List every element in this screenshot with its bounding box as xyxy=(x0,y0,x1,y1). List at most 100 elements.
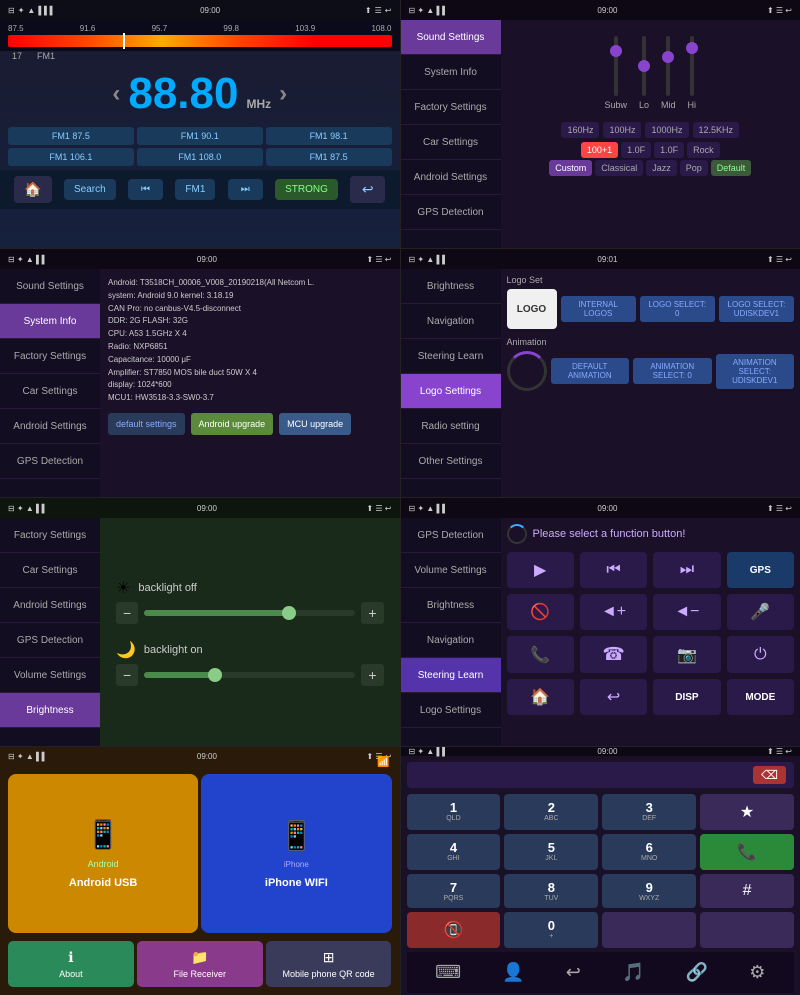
key-5[interactable]: 5JKL xyxy=(504,834,598,870)
key-6[interactable]: 6MNO xyxy=(602,834,696,870)
back-ctrl-button[interactable]: ↩ xyxy=(580,679,647,715)
mode-button[interactable]: MODE xyxy=(727,679,794,715)
contacts-icon[interactable]: 👤 xyxy=(494,958,532,987)
brightness-on-plus[interactable]: + xyxy=(361,664,383,686)
sidebar-other[interactable]: Other Settings xyxy=(401,444,501,479)
default-button[interactable]: Default xyxy=(711,160,752,176)
freq-down-arrow[interactable]: ‹ xyxy=(112,80,120,108)
search-button[interactable]: Search xyxy=(64,179,116,200)
key-hash[interactable]: # xyxy=(700,874,794,908)
settings-icon[interactable]: ⚙ xyxy=(741,958,773,987)
sidebar-gps2[interactable]: GPS Detection xyxy=(0,623,100,658)
mcu-upgrade-button[interactable]: MCU upgrade xyxy=(279,413,351,435)
mode-pop[interactable]: Pop xyxy=(680,160,708,176)
logo-select-udisk[interactable]: LOGO SELECT: UDISKDEV1 xyxy=(719,296,794,322)
play-button[interactable]: ▶ xyxy=(507,552,574,588)
phone-button[interactable]: 📞 xyxy=(507,636,574,673)
fm1-button[interactable]: FM1 xyxy=(175,179,215,200)
freq-100hz[interactable]: 100Hz xyxy=(603,122,641,138)
key-7[interactable]: 7PQRS xyxy=(407,874,501,908)
keyboard-icon[interactable]: ⌨ xyxy=(427,958,469,987)
strong-button[interactable]: STRONG xyxy=(275,179,338,200)
iphone-wifi-button[interactable]: 📶 📱 iPhone iPhone WIFI xyxy=(201,774,391,933)
preset-1f-1[interactable]: 1.0F xyxy=(621,142,651,158)
sidebar-logo3[interactable]: Logo Settings xyxy=(401,693,501,728)
sidebar-navigation[interactable]: Navigation xyxy=(401,304,501,339)
call-button[interactable]: 📞 xyxy=(700,834,794,870)
mode-classical[interactable]: Classical xyxy=(595,160,643,176)
preset-rock[interactable]: Rock xyxy=(687,142,720,158)
sidebar-steering[interactable]: Steering Learn xyxy=(401,339,501,374)
default-animation-button[interactable]: DEFAULT ANIMATION xyxy=(551,358,630,384)
hangup-button[interactable]: ☎ xyxy=(580,636,647,673)
delete-button[interactable]: ⌫ xyxy=(753,766,786,784)
internal-logos-button[interactable]: INTERNAL LOGOS xyxy=(561,296,636,322)
sidebar-system-info[interactable]: System Info xyxy=(401,55,501,90)
freq-up-arrow[interactable]: › xyxy=(279,80,287,108)
disp-button[interactable]: DISP xyxy=(653,679,720,715)
brightness-on-minus[interactable]: − xyxy=(116,664,138,686)
sidebar-sound[interactable]: Sound Settings xyxy=(0,269,100,304)
sidebar-android2[interactable]: Android Settings xyxy=(0,588,100,623)
about-button[interactable]: ℹ About xyxy=(8,941,134,987)
sidebar-bright3[interactable]: Brightness xyxy=(401,588,501,623)
mute-button[interactable]: 🚫 xyxy=(507,594,574,630)
sidebar-gps[interactable]: GPS Detection xyxy=(0,444,100,479)
sidebar-vol3[interactable]: Volume Settings xyxy=(401,553,501,588)
file-receiver-button[interactable]: 📁 File Receiver xyxy=(137,941,263,987)
key-4[interactable]: 4GHI xyxy=(407,834,501,870)
android-usb-button[interactable]: 📱 Android Android USB xyxy=(8,774,198,933)
endcall-button[interactable]: 📵 xyxy=(407,912,501,948)
link-icon[interactable]: 🔗 xyxy=(678,958,716,987)
anim-select-0[interactable]: ANIMATION SELECT: 0 xyxy=(633,358,712,384)
mode-custom[interactable]: Custom xyxy=(549,160,592,176)
sidebar-logo[interactable]: Logo Settings xyxy=(401,374,501,409)
key-8[interactable]: 8TUV xyxy=(504,874,598,908)
qr-code-button[interactable]: ⊞ Mobile phone QR code xyxy=(266,941,392,987)
sidebar-android-settings[interactable]: Android Settings xyxy=(401,160,501,195)
sidebar-sound-settings[interactable]: Sound Settings xyxy=(401,20,501,55)
camera-button[interactable]: 📷 xyxy=(653,636,720,673)
sidebar-brightness[interactable]: Brightness xyxy=(401,269,501,304)
sidebar-brightness-active[interactable]: Brightness xyxy=(0,693,100,728)
key-0[interactable]: 0+ xyxy=(504,912,598,948)
vol-up-button[interactable]: ◄+ xyxy=(580,594,647,630)
sidebar-gps-detection[interactable]: GPS Detection xyxy=(401,195,501,230)
brightness-off-plus[interactable]: + xyxy=(361,602,383,624)
sidebar-nav3[interactable]: Navigation xyxy=(401,623,501,658)
back-button[interactable]: ↩ xyxy=(350,176,385,203)
mic-button[interactable]: 🎤 xyxy=(727,594,794,630)
anim-select-udisk[interactable]: ANIMATION SELECT: UDISKDEV1 xyxy=(716,354,795,389)
preset-2[interactable]: FM1 90.1 xyxy=(137,127,263,145)
gps-button[interactable]: GPS xyxy=(727,552,794,588)
brightness-off-minus[interactable]: − xyxy=(116,602,138,624)
preset-100[interactable]: 100+1 xyxy=(581,142,618,158)
power-button[interactable]: ⏻ xyxy=(727,636,794,673)
prev-button[interactable]: ⏮ xyxy=(128,179,163,200)
freq-160hz[interactable]: 160Hz xyxy=(561,122,599,138)
return-icon[interactable]: ↩ xyxy=(558,958,589,987)
android-upgrade-button[interactable]: Android upgrade xyxy=(191,413,274,435)
vol-down-button[interactable]: ◄− xyxy=(653,594,720,630)
preset-1f-2[interactable]: 1.0F xyxy=(654,142,684,158)
sidebar-gps3[interactable]: GPS Detection xyxy=(401,518,501,553)
sidebar-factory[interactable]: Factory Settings xyxy=(0,339,100,374)
sidebar-sysinfo[interactable]: System Info xyxy=(0,304,100,339)
freq-1000hz[interactable]: 1000Hz xyxy=(645,122,688,138)
next-button[interactable]: ⏭ xyxy=(228,179,263,200)
key-9[interactable]: 9WXYZ xyxy=(602,874,696,908)
logo-select-0[interactable]: LOGO SELECT: 0 xyxy=(640,296,715,322)
sidebar-factory2[interactable]: Factory Settings xyxy=(0,518,100,553)
key-1[interactable]: 1QLD xyxy=(407,794,501,830)
rewind-button[interactable]: ⏮ xyxy=(580,552,647,588)
preset-6[interactable]: FM1 87.5 xyxy=(266,148,392,166)
sidebar-car-settings[interactable]: Car Settings xyxy=(401,125,501,160)
freq-125khz[interactable]: 12.5KHz xyxy=(693,122,740,138)
sidebar-android[interactable]: Android Settings xyxy=(0,409,100,444)
preset-5[interactable]: FM1 108.0 xyxy=(137,148,263,166)
preset-4[interactable]: FM1 106.1 xyxy=(8,148,134,166)
sidebar-radio[interactable]: Radio setting xyxy=(401,409,501,444)
forward-button[interactable]: ⏭ xyxy=(653,552,720,588)
home-ctrl-button[interactable]: 🏠 xyxy=(507,679,574,715)
key-3[interactable]: 3DEF xyxy=(602,794,696,830)
